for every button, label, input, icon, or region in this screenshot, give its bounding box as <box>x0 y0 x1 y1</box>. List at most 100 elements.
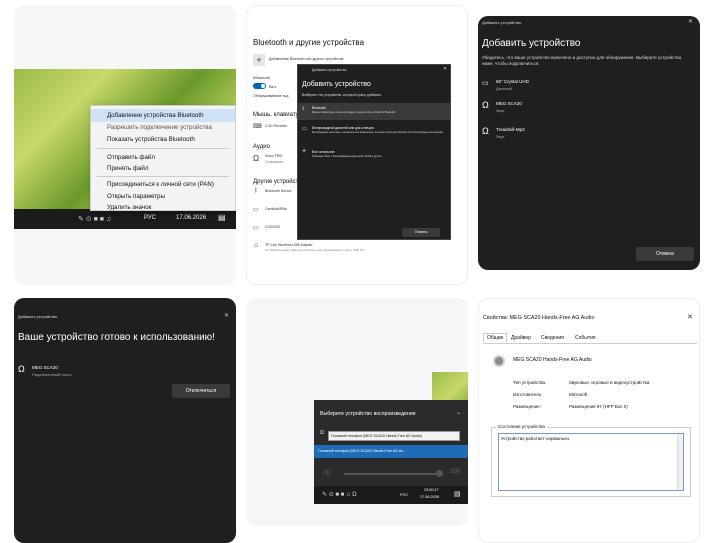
list-item-3-sub: Устройство может работать быстрее при по… <box>265 248 365 252</box>
status-text: Устройство работает нормально. <box>501 436 571 441</box>
scrollbar[interactable] <box>677 434 683 490</box>
list-item-3[interactable]: TP-Link Wireless USB Adapter <box>265 243 313 247</box>
tray-time[interactable]: 23:50:17 <box>424 488 439 492</box>
tray-date[interactable]: 17.06.2026 <box>420 495 439 499</box>
list-item-2[interactable]: LCD2000 <box>265 225 280 229</box>
volume-slider-track[interactable] <box>344 473 440 475</box>
volume-icon[interactable]: ◁)) <box>322 469 331 476</box>
usb-icon: ⌂ <box>254 242 259 249</box>
mouse-device[interactable]: 2.4G Receiver <box>265 124 287 128</box>
tray-icons[interactable]: ✎ ⊙ ■ ■ ♫ <box>78 215 111 223</box>
other-device[interactable]: Bluetooth Device <box>265 189 291 193</box>
page-title: Bluetooth и другие устройства <box>253 38 365 47</box>
panel-ready: Добавить устройство ✕ Ваше устройство го… <box>14 298 236 543</box>
dialog-subtitle: Выберите тип устройства, который нужно д… <box>302 93 382 97</box>
bluetooth-icon: ᛒ <box>254 188 258 194</box>
option-wireless-display[interactable]: ▭ Беспроводной дисплей или док-станция Б… <box>298 123 450 143</box>
device-name: MEG SCA20 <box>32 365 58 370</box>
option-else-title: Все остальное <box>312 150 335 154</box>
list-item-1[interactable]: CambiaNRNa <box>265 207 287 211</box>
dialog-subtitle: Убедитесь, что ваше устройство включено … <box>482 55 682 66</box>
menu-item-remove-icon[interactable]: Удалить значок <box>91 201 235 214</box>
dialog-title: Ваше устройство готово к использованию! <box>18 332 215 343</box>
device-name: MEG SCA20 Hands-Free AG Audio <box>513 357 592 363</box>
add-device-button[interactable]: + <box>253 54 265 66</box>
monitor-icon: ▭ <box>482 80 489 87</box>
bluetooth-toggle[interactable] <box>253 83 266 89</box>
close-icon[interactable]: ✕ <box>443 66 447 72</box>
cancel-button[interactable]: Отмена <box>402 228 440 237</box>
device-type: Дисплей <box>496 86 512 91</box>
option-everything-else[interactable]: + Все остальное Геймпады Xbox с беспрово… <box>298 147 450 164</box>
close-icon[interactable]: ✕ <box>687 313 693 321</box>
tab-driver[interactable]: Драйвер <box>511 335 531 341</box>
device-item-meg[interactable]: Ω MEG SCA20 Звук <box>478 98 700 116</box>
flyout-title: Выберите устройство воспроизведения <box>320 411 416 417</box>
dialog-title: Добавить устройство <box>302 81 371 88</box>
notification-icon[interactable]: ▤ <box>454 490 461 498</box>
panel-settings: Bluetooth и другие устройства + Добавлен… <box>246 5 468 285</box>
option-bluetooth[interactable]: ᛒ Bluetooth Мыши, клавиатуры, перья или … <box>298 103 450 120</box>
device-name: MEG SCA20 <box>496 101 522 106</box>
tray-date[interactable]: 17.06.2026 <box>176 215 206 221</box>
cancel-button[interactable]: Отмена <box>636 247 694 261</box>
bluetooth-context-menu: Добавление устройства Bluetooth Разрешит… <box>90 105 236 211</box>
panel-playback: Выберите устройство воспроизведения ⌄ Ω … <box>246 298 468 526</box>
window-title: Свойства: MEG SCA20 Hands-Free AG Audio <box>483 315 595 321</box>
plus-icon: + <box>302 148 307 155</box>
option-else-desc: Геймпады Xbox с беспроводным адаптером, … <box>312 155 382 158</box>
section-audio: Аудио <box>253 144 270 150</box>
headphones-icon: Ω <box>18 364 25 374</box>
prop-value-location: Размещение 97 (HFP Bus 0) <box>569 404 628 409</box>
bluetooth-toggle-state: Вкл. <box>269 84 277 89</box>
section-mouse: Мышь, клавиатур <box>253 112 302 118</box>
audio-status: Сопряжено <box>265 160 284 164</box>
tab-events[interactable]: События <box>575 335 596 341</box>
volume-slider-thumb[interactable] <box>436 470 443 477</box>
device-name: Treadmill-Mp3 <box>496 127 525 132</box>
add-device-text[interactable]: Добавление Bluetooth или другого устройс… <box>269 57 343 61</box>
speaker-icon <box>493 355 505 367</box>
option-label: Головной телефон (MEG SCA20 Hands-Free A… <box>318 449 407 453</box>
monitor-icon: ▭ <box>253 225 259 231</box>
device-name: 65" Crystal UHD <box>496 79 529 84</box>
prop-label-manufacturer: Изготовитель: <box>513 392 543 397</box>
headphones-icon: Ω <box>320 430 324 436</box>
tab-details[interactable]: Сведения <box>541 335 564 341</box>
bluetooth-icon: ᛒ <box>302 106 306 112</box>
playback-flyout: Выберите устройство воспроизведения ⌄ Ω … <box>314 400 468 486</box>
chevron-down-icon[interactable]: ⌄ <box>456 409 461 416</box>
tab-general[interactable]: Общие <box>483 333 508 342</box>
option-bluetooth-desc: Мыши, клавиатуры, перья или аудио и друг… <box>312 111 396 114</box>
prop-value-type: Звуковые, игровые и видеоустройства <box>569 380 650 385</box>
menu-item-receive-file[interactable]: Принять файл <box>91 162 235 175</box>
volume-value: 100 <box>450 469 461 475</box>
tray-language[interactable]: РУС <box>400 492 408 497</box>
menu-item-show-devices[interactable]: Показать устройства Bluetooth <box>91 133 235 146</box>
headphones-icon: Ω <box>482 126 489 136</box>
dialog-title: Добавить устройство <box>482 38 581 49</box>
option-display-desc: Беспроводные мониторы, телевизоры или ко… <box>312 131 443 134</box>
device-item-treadmill[interactable]: Ω Treadmill-Mp3 Звук <box>478 124 700 142</box>
status-textbox[interactable]: Устройство работает нормально. <box>498 433 684 491</box>
tray-icons[interactable]: ✎ ⊙ ■ ■ ♫ Ω <box>322 491 357 498</box>
tray-language[interactable]: РУС <box>144 215 156 221</box>
prop-label-location: Размещение: <box>513 404 541 409</box>
close-icon[interactable]: ✕ <box>688 18 693 25</box>
device-item-tv[interactable]: ▭ 65" Crystal UHD Дисплей <box>478 76 700 94</box>
section-other: Другие устройств <box>253 179 302 185</box>
disconnect-button[interactable]: Отключиться <box>172 384 230 398</box>
option-bluetooth-title: Bluetooth <box>312 106 326 110</box>
headphones-icon: Ω <box>482 100 489 110</box>
device-type: Звук <box>496 108 505 113</box>
playback-option-selected[interactable]: Головной телефон (MEG SCA20 Hands-Free A… <box>314 445 468 458</box>
tab-strip: Общие Драйвер Сведения События <box>483 333 697 344</box>
notification-icon[interactable]: ▤ <box>218 213 226 222</box>
headphones-icon: Ω <box>253 154 259 163</box>
close-icon[interactable]: ✕ <box>224 312 229 319</box>
audio-device[interactable]: Sonic FRM <box>265 154 282 158</box>
prop-value-manufacturer: Microsoft <box>569 392 588 397</box>
panel-discovery: Добавить устройство ✕ Добавить устройств… <box>478 16 700 270</box>
device-tooltip: Головной телефон (MEG SCA20 Hands-Free A… <box>328 431 460 441</box>
dialog-caption: Добавить устройство <box>18 314 58 319</box>
